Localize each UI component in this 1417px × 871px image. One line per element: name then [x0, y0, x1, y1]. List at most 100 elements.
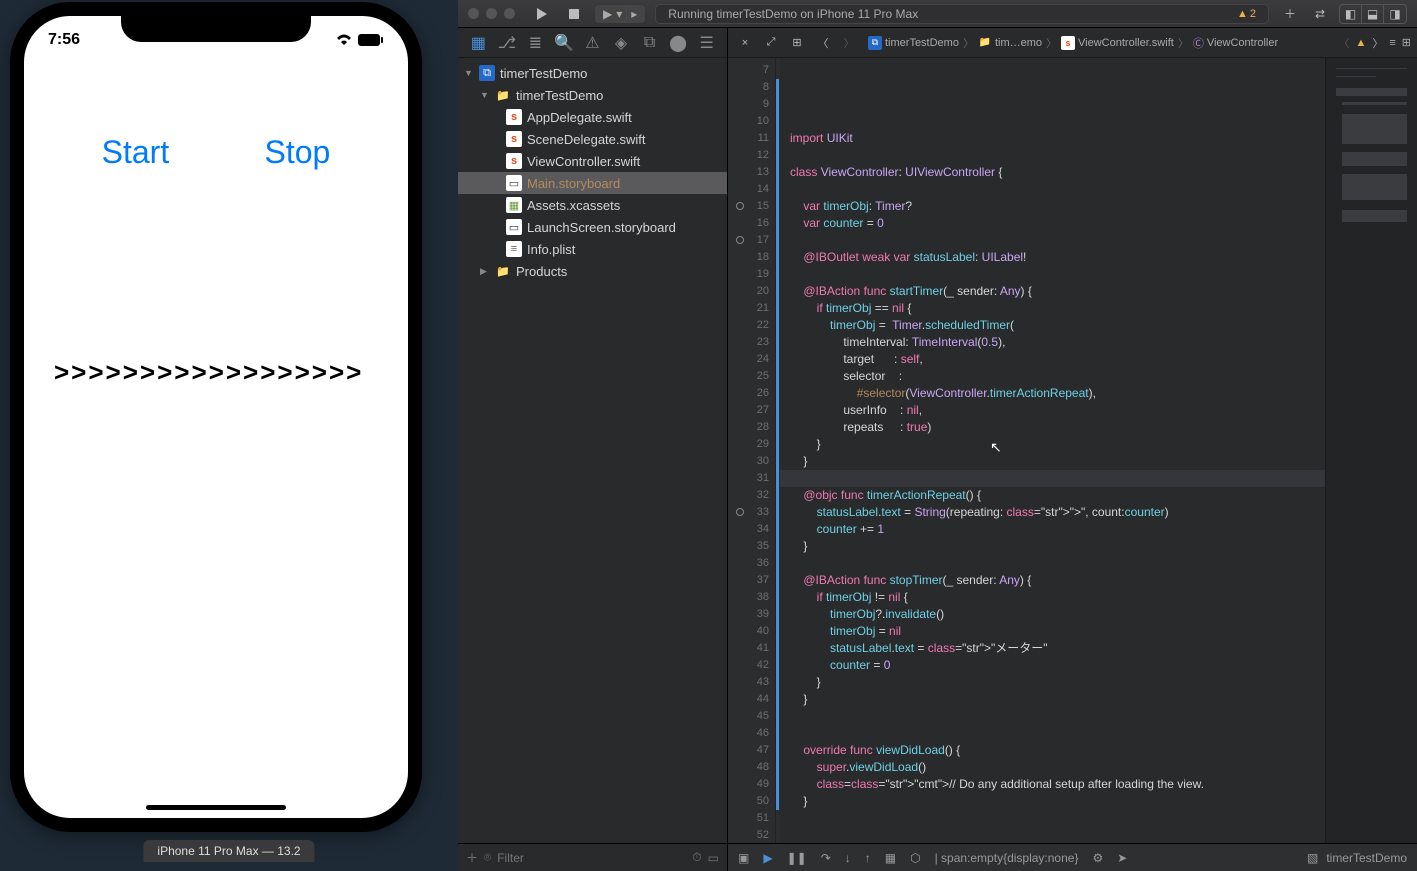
project-navigator-icon[interactable]: ▦ [468, 33, 488, 53]
prev-issue-icon[interactable]: 〈 [1338, 35, 1349, 51]
tree-file[interactable]: s ViewController.swift [458, 150, 727, 172]
warnings-badge[interactable]: ▲ 2 [1237, 8, 1256, 20]
tree-label: Main.storyboard [527, 176, 620, 191]
storyboard-file-icon: ▭ [506, 219, 522, 235]
tree-file[interactable]: ▭ LaunchScreen.storyboard [458, 216, 727, 238]
source-control-navigator-icon[interactable]: ⎇ [497, 33, 517, 53]
line-gutter[interactable]: 7891011121314151617181920212223242526272… [728, 58, 776, 843]
view-debug-icon[interactable]: ▦ [885, 851, 896, 865]
battery-icon [358, 34, 384, 46]
disclosure-triangle-icon[interactable]: ▼ [464, 68, 474, 78]
close-tab-icon[interactable]: × [734, 34, 756, 52]
tree-file-selected[interactable]: ▭ Main.storyboard [458, 172, 727, 194]
device-frame: 7:56 Start Stop >>>>>>>>>>>>>>>>>> [10, 2, 422, 832]
jumpbar-label: timerTestDemo [885, 37, 959, 49]
breakpoints-toggle-icon[interactable]: ▶ [763, 851, 772, 865]
toggle-debug-console-icon[interactable]: ▣ [738, 851, 749, 865]
start-button[interactable]: Start [102, 134, 170, 171]
tree-file[interactable]: ▦ Assets.xcassets [458, 194, 727, 216]
device-notch [121, 14, 311, 42]
add-editor-icon[interactable]: ⊞ [1402, 36, 1411, 49]
toggle-debug-area-icon[interactable]: ⬓ [1362, 5, 1384, 23]
memory-graph-icon[interactable]: ⬡ [910, 851, 920, 865]
jumpbar-file[interactable]: s ViewController.swift [1061, 36, 1174, 50]
symbol-navigator-icon[interactable]: ≣ [525, 33, 545, 53]
filter-input[interactable] [497, 851, 686, 865]
step-into-icon[interactable]: ↓ [845, 851, 851, 865]
swift-file-icon: s [506, 109, 522, 125]
tree-file[interactable]: ≡ Info.plist [458, 238, 727, 260]
step-out-icon[interactable]: ↑ [865, 851, 871, 865]
step-over-icon[interactable]: ↷ [821, 851, 831, 865]
simulate-location-icon[interactable]: ➤ [1117, 851, 1127, 865]
jumpbar-group[interactable]: 📁 tim…emo [978, 36, 1042, 50]
tree-label: Products [516, 264, 567, 279]
minimize-window-icon[interactable] [486, 8, 497, 19]
editor-area: × ⤢ ⊞ 〈 〉 ⧉ timerTestDemo 〉 📁 tim…emo [728, 28, 1417, 871]
simulator-caption: iPhone 11 Pro Max — 13.2 [143, 840, 314, 862]
stop-button-xcode[interactable] [563, 5, 585, 23]
tree-group[interactable]: ▶ 📁 Products [458, 260, 727, 282]
panel-toggle-group: ◧ ⬓ ◨ [1339, 4, 1407, 24]
plist-file-icon: ≡ [506, 241, 522, 257]
disclosure-triangle-icon[interactable]: ▼ [480, 90, 490, 100]
stop-button[interactable]: Stop [265, 134, 331, 171]
wifi-icon [336, 34, 352, 46]
chevron-right-icon: 〉 [1178, 35, 1189, 51]
close-window-icon[interactable] [468, 8, 479, 19]
swift-file-icon: s [506, 131, 522, 147]
library-button[interactable]: ＋ [1279, 5, 1301, 23]
chevron-right-icon: 〉 [963, 35, 974, 51]
tree-label: AppDelegate.swift [527, 110, 632, 125]
scheme-selector[interactable]: ▶ ▾ ▸ [595, 5, 645, 23]
find-navigator-icon[interactable]: 🔍 [554, 33, 574, 53]
toggle-navigator-icon[interactable]: ◧ [1340, 5, 1362, 23]
warning-icon: ▲ [1237, 8, 1248, 20]
main-split: ▦ ⎇ ≣ 🔍 ⚠ ◈ ⧉ ⬤ ☰ ▼ ⧉ timerTestDemo [458, 28, 1417, 871]
minimap[interactable] [1325, 58, 1417, 843]
pause-continue-icon[interactable]: ❚❚ [787, 851, 807, 865]
next-issue-icon[interactable]: 〉 [1372, 35, 1383, 51]
assets-file-icon: ▦ [506, 197, 522, 213]
editor-body: 7891011121314151617181920212223242526272… [728, 58, 1417, 843]
tree-project-root[interactable]: ▼ ⧉ timerTestDemo [458, 62, 727, 84]
filter-icon[interactable]: ⌾ [484, 850, 491, 865]
xcode-window: ▶ ▾ ▸ Running timerTestDemo on iPhone 11… [458, 0, 1417, 871]
scm-filter-icon[interactable]: ▭ [708, 851, 719, 865]
activity-viewer: Running timerTestDemo on iPhone 11 Pro M… [655, 4, 1269, 24]
debug-navigator-icon[interactable]: ⧉ [640, 33, 660, 53]
report-navigator-icon[interactable]: ☰ [697, 33, 717, 53]
window-traffic-lights[interactable] [468, 8, 515, 19]
tree-file[interactable]: s SceneDelegate.swift [458, 128, 727, 150]
back-button[interactable]: 〈 [812, 34, 834, 52]
add-icon[interactable]: ＋ [466, 849, 478, 866]
jumpbar-label: ViewController [1207, 37, 1278, 49]
navigator-area: ▦ ⎇ ≣ 🔍 ⚠ ◈ ⧉ ⬤ ☰ ▼ ⧉ timerTestDemo [458, 28, 728, 871]
test-navigator-icon[interactable]: ◈ [611, 33, 631, 53]
editor-options-icon[interactable]: ≡ [1389, 37, 1395, 49]
forward-button[interactable]: 〉 [838, 34, 860, 52]
disclosure-triangle-icon[interactable]: ▶ [480, 266, 490, 277]
tree-group[interactable]: ▼ 📁 timerTestDemo [458, 84, 727, 106]
project-tree[interactable]: ▼ ⧉ timerTestDemo ▼ 📁 timerTestDemo s Ap… [458, 58, 727, 843]
folder-icon: 📁 [495, 87, 511, 103]
issue-navigator-icon[interactable]: ⚠ [582, 33, 602, 53]
jumpbar-symbol[interactable]: Ⓒ ViewController [1193, 35, 1278, 51]
focus-editor-icon[interactable]: ⤢ [760, 34, 782, 52]
breakpoint-navigator-icon[interactable]: ⬤ [668, 33, 688, 53]
tree-file[interactable]: s AppDelegate.swift [458, 106, 727, 128]
run-button[interactable] [531, 5, 553, 23]
app-icon: ▧ [1307, 851, 1318, 865]
jumpbar-project[interactable]: ⧉ timerTestDemo [868, 36, 959, 50]
code-review-button[interactable]: ⇄ [1309, 5, 1331, 23]
source-code-view[interactable]: import UIKit class ViewController: UIVie… [780, 58, 1325, 843]
toggle-inspector-icon[interactable]: ◨ [1384, 5, 1406, 23]
warning-icon[interactable]: ▲ [1355, 37, 1366, 49]
xcode-toolbar: ▶ ▾ ▸ Running timerTestDemo on iPhone 11… [458, 0, 1417, 28]
recent-filter-icon[interactable]: ⏱ [692, 850, 701, 865]
related-items-icon[interactable]: ⊞ [786, 34, 808, 52]
status-label: >>>>>>>>>>>>>>>>>> [54, 357, 378, 388]
env-overrides-icon[interactable]: ⚙ [1092, 851, 1103, 865]
zoom-window-icon[interactable] [504, 8, 515, 19]
project-icon: ⧉ [868, 36, 882, 50]
